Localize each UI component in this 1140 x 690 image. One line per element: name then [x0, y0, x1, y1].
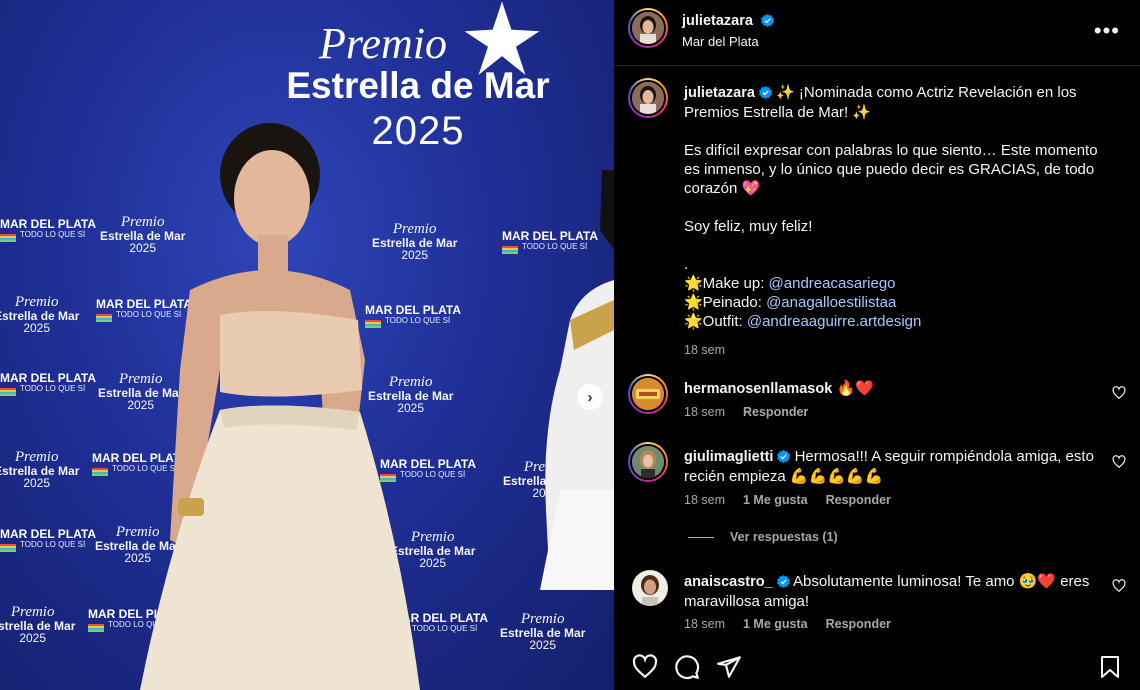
backdrop-mdp: MAR DEL PLATA TODO LO QUE SÍ [0, 217, 96, 242]
mention-link[interactable]: @andreacasariego [769, 275, 896, 292]
reply-button[interactable]: Responder [826, 617, 891, 631]
comment-icon[interactable] [674, 654, 700, 680]
credit-line: 🌟Peinado: @anagalloestilistaa [684, 294, 897, 311]
view-replies-label[interactable]: Ver respuestas (1) [730, 530, 838, 544]
mention-link[interactable]: @andreaaguirre.artdesign [747, 313, 922, 330]
comment-likes[interactable]: 1 Me gusta [743, 493, 808, 507]
caption-text: julietazara ✨ ¡Nominada como Actriz Reve… [684, 83, 1114, 360]
caption-timestamp[interactable]: 18 sem [684, 341, 1114, 360]
post-side-panel: julietazara Mar del Plata ••• julietazar… [614, 0, 1140, 690]
commenter-username[interactable]: anaiscastro_ [684, 574, 773, 590]
comment-timestamp[interactable]: 18 sem [684, 617, 725, 631]
comment-text: 🔥❤️ [836, 380, 874, 397]
more-options-button[interactable]: ••• [1094, 20, 1120, 42]
credit-line: 🌟Make up: @andreacasariego [684, 275, 896, 292]
view-replies-button[interactable]: Ver respuestas (1) [688, 530, 838, 544]
author-username[interactable]: julietazara [682, 13, 753, 29]
commenter-avatar[interactable] [628, 374, 668, 414]
reply-button[interactable]: Responder [743, 405, 808, 419]
share-icon[interactable] [716, 654, 742, 680]
comment-item: hermanosenllamasok 🔥❤️ 18 sem Responder [614, 370, 1140, 430]
verified-badge-icon [761, 14, 775, 27]
backdrop-mdp: MAR DEL PLATA TODO LO QUE SÍ [0, 371, 96, 396]
verified-badge-icon [777, 450, 791, 463]
commenter-avatar[interactable] [628, 442, 668, 482]
like-comment-icon[interactable] [1112, 455, 1126, 469]
comment-likes[interactable]: 1 Me gusta [743, 617, 808, 631]
commenter-username[interactable]: hermanosenllamasok [684, 381, 832, 397]
credit-line: 🌟Outfit: @andreaaguirre.artdesign [684, 313, 922, 330]
verified-badge-icon [758, 86, 772, 99]
replies-divider [688, 536, 714, 538]
caption-avatar[interactable] [628, 78, 668, 118]
post-action-bar [614, 644, 1140, 690]
comment-timestamp[interactable]: 18 sem [684, 493, 725, 507]
post-header: julietazara Mar del Plata ••• [614, 0, 1140, 66]
nominee-photo [140, 123, 420, 690]
post-location[interactable]: Mar del Plata [682, 34, 774, 49]
mention-link[interactable]: @anagalloestilistaa [766, 294, 896, 311]
backdrop-mdp: MAR DEL PLATA TODO LO QUE SÍ [0, 527, 96, 552]
next-photo-button[interactable]: › [577, 384, 603, 410]
backdrop-logo: PremioEstrella de Mar2025 [0, 604, 76, 645]
background-person [540, 170, 614, 590]
backdrop-logo: PremioEstrella de Mar2025 [500, 611, 586, 652]
star-icon [464, 1, 540, 75]
author-avatar[interactable] [628, 8, 668, 48]
backdrop-logo: PremioEstrella de Mar2025 [0, 294, 80, 335]
verified-badge-icon [776, 575, 790, 588]
caption-dot: . [684, 256, 689, 273]
commenter-avatar[interactable] [632, 570, 668, 606]
like-comment-icon[interactable] [1112, 386, 1126, 400]
reply-button[interactable]: Responder [826, 493, 891, 507]
backdrop-logo: PremioEstrella de Mar2025 [0, 449, 80, 490]
bookmark-icon[interactable] [1098, 654, 1122, 680]
like-comment-icon[interactable] [1112, 579, 1126, 593]
caption-username[interactable]: julietazara [684, 85, 755, 101]
caption-para3: Soy feliz, muy feliz! [684, 218, 813, 235]
comment-item: giulimaglietti Hermosa!!! A seguir rompi… [614, 440, 1140, 520]
heart-icon[interactable] [632, 654, 658, 680]
comment-item: anaiscastro_ Absolutamente luminosa! Te … [614, 565, 1140, 645]
comment-timestamp[interactable]: 18 sem [684, 405, 725, 419]
post-photo: Premio Estrella de Mar 2025 Premio Estrella… [0, 0, 614, 690]
caption-para2: Es difícil expresar con palabras lo que … [684, 142, 1098, 197]
commenter-username[interactable]: giulimaglietti [684, 449, 773, 465]
